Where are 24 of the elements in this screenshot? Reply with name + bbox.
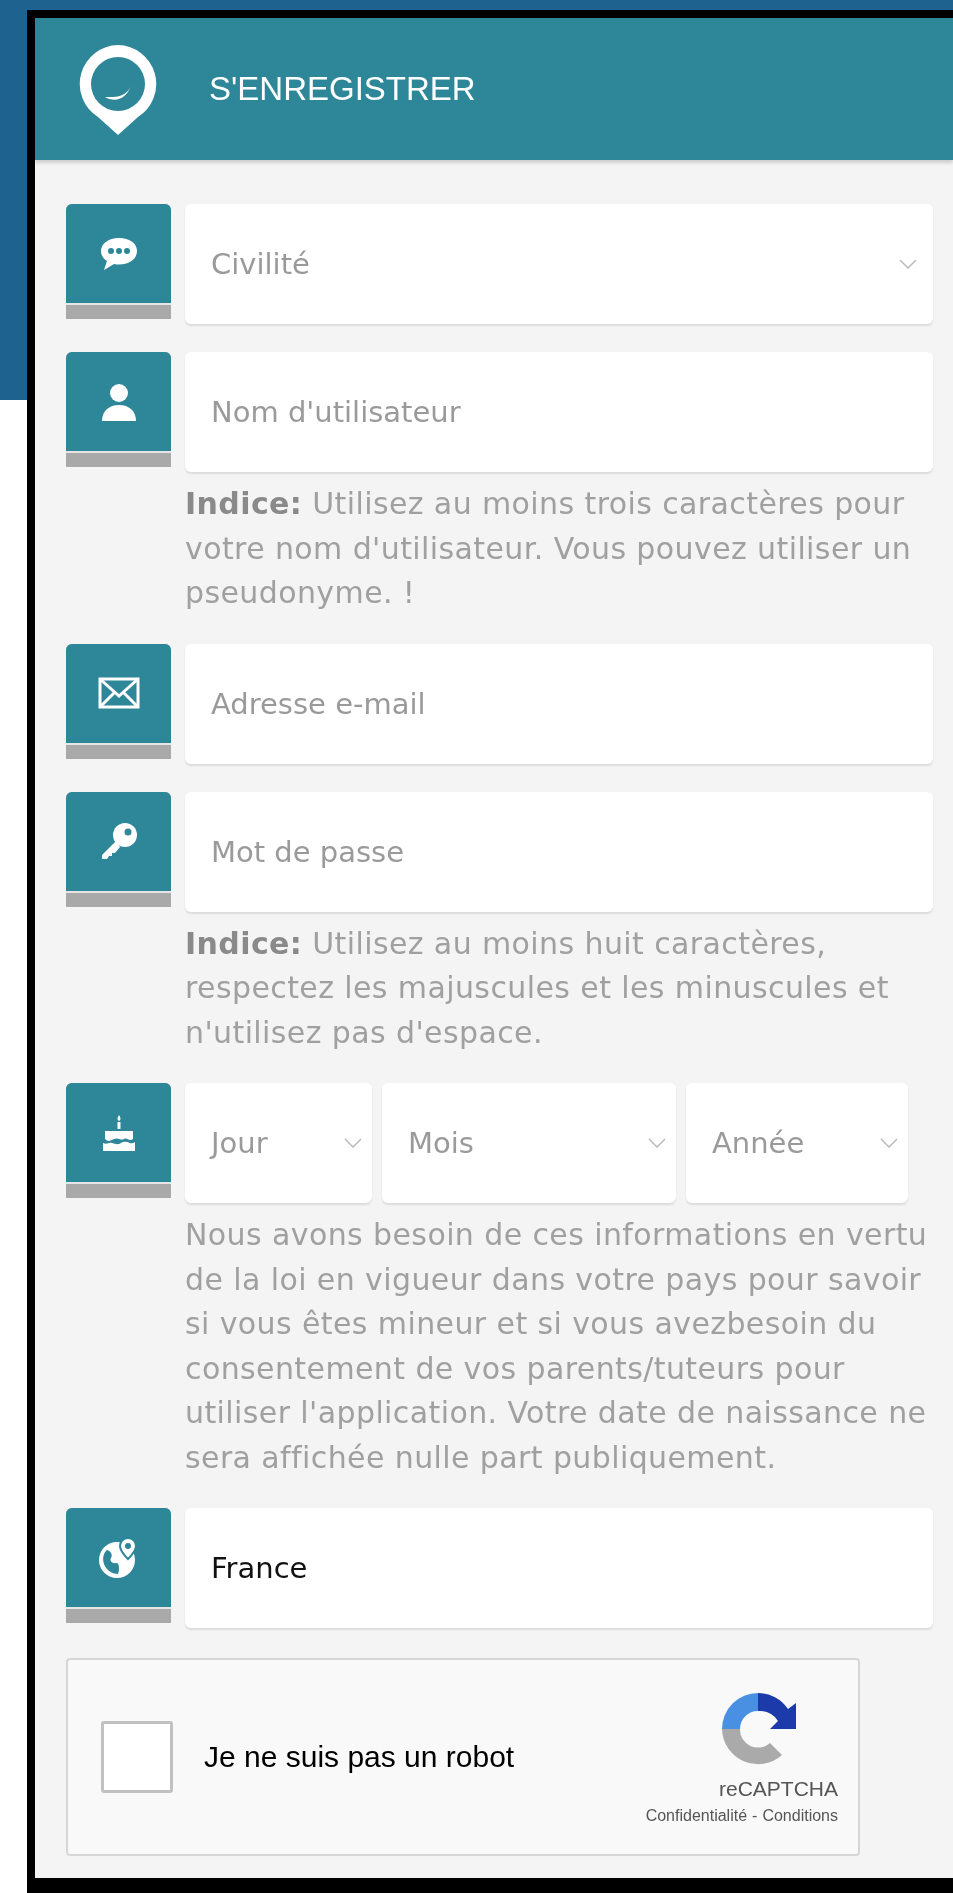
text-field[interactable]: Mot de passe (185, 791, 933, 912)
chevron-icon (880, 1138, 898, 1148)
chat-bubble-icon (98, 235, 139, 272)
envelope-icon (97, 677, 140, 709)
captcha-brand: reCAPTCHA (718, 1777, 838, 1801)
text-field[interactable]: Nom d'utilisateur (185, 352, 933, 472)
hint-text: Indice: Utilisez au moins huit caractères, respectez les majuscules et les minuscules et n'utilisez pas d'espace. (185, 924, 890, 1052)
text-field[interactable]: France (185, 1508, 933, 1628)
terms-link[interactable]: Conditions (762, 1807, 838, 1825)
hint-text: Nous avons besoin de ces informations en vertu de la loi en vigueur dans votre pays pour savoir si vous êtes mineur et si vous avezbesoin du consentement de vos parents/tuteurs pour utiliser l'application. Votre date de naissance ne sera affichée nulle part publiquement. (185, 1216, 929, 1477)
separator-text: - (752, 1807, 758, 1825)
chevron-icon (899, 259, 917, 269)
captcha-label: Je ne suis pas un robot (204, 1740, 516, 1774)
privacy-link[interactable]: Confidentialité (645, 1807, 748, 1825)
text-field[interactable]: Adresse e-mail (185, 643, 933, 764)
checkbox[interactable] (101, 1721, 173, 1793)
hint-text: Indice: Utilisez au moins trois caractères pour votre nom d'utilisateur. Vous pouvez utiliser un pseudonyme. ! (185, 485, 913, 612)
page-title: S'ENREGISTRER (209, 70, 476, 108)
chevron-icon (344, 1138, 362, 1148)
select-field[interactable]: Jour (185, 1083, 372, 1203)
chevron-icon (648, 1138, 666, 1148)
select-field[interactable]: Année (686, 1083, 908, 1203)
select-field[interactable]: Civilité (185, 204, 933, 324)
select-field[interactable]: Mois (382, 1083, 676, 1203)
